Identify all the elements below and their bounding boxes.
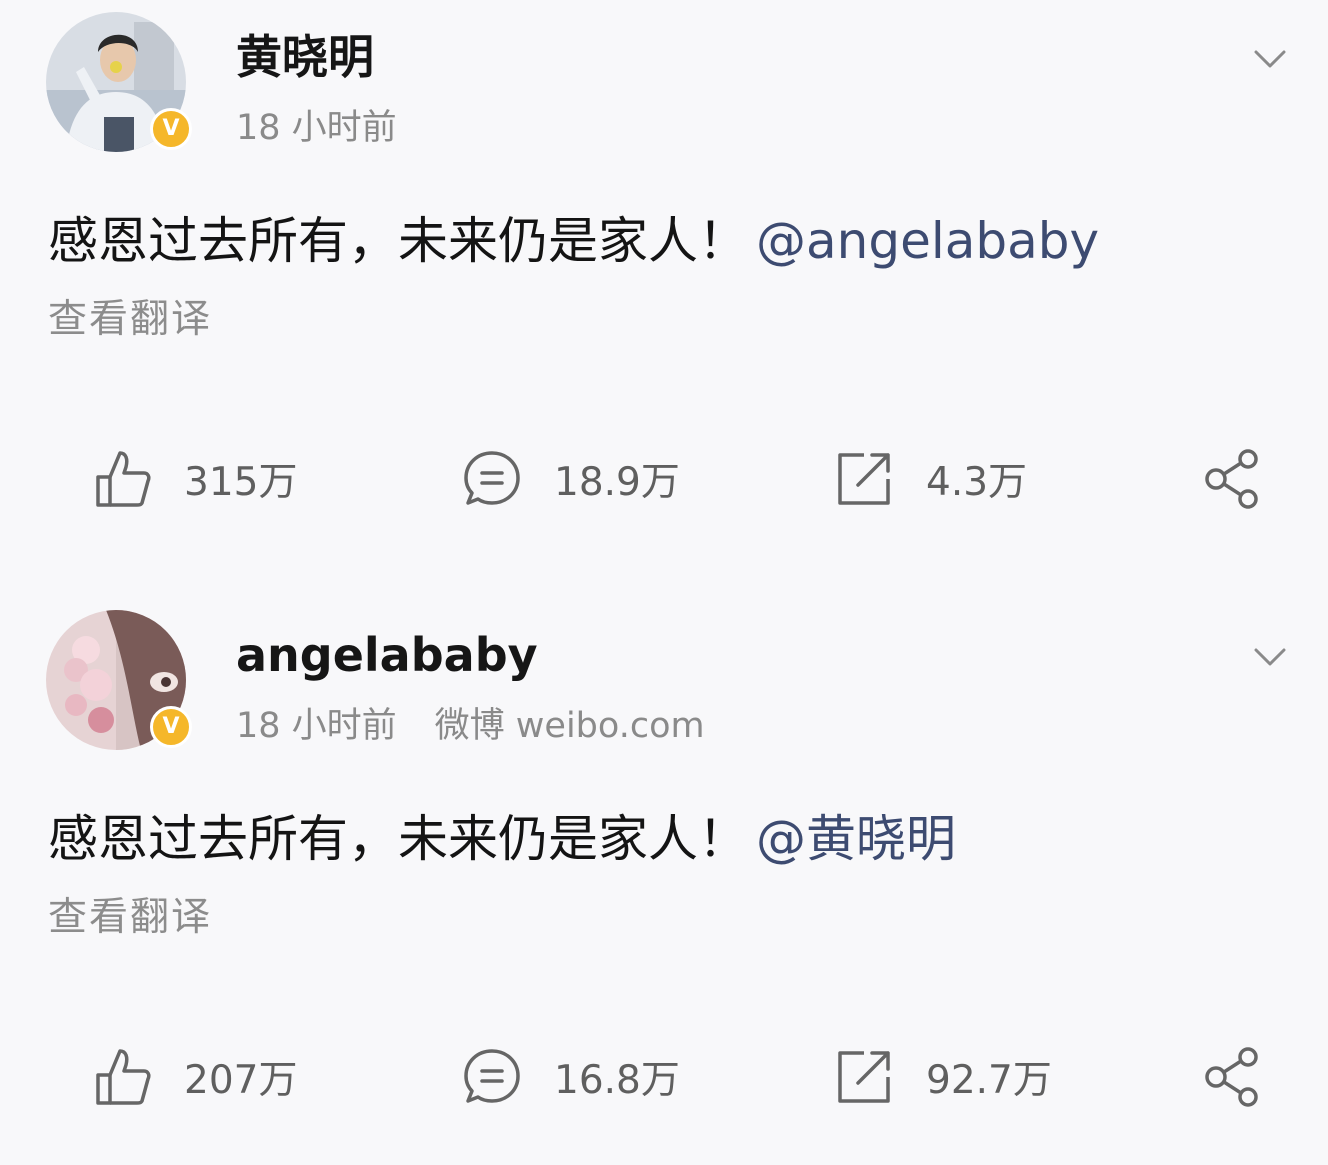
translate-link[interactable]: 查看翻译 <box>48 890 212 946</box>
username[interactable]: angelababy <box>236 620 538 690</box>
post-content: 感恩过去所有，未来仍是家人！ @黄晓明 <box>48 804 956 874</box>
chevron-down-icon[interactable] <box>1248 40 1292 80</box>
comment-icon <box>464 451 520 505</box>
like-icon <box>96 451 151 507</box>
post-time: 18 小时前 <box>236 706 397 746</box>
chevron-down-icon[interactable] <box>1248 638 1292 678</box>
share-icon <box>1205 1047 1258 1107</box>
post-source: 微博 weibo.com <box>434 706 705 746</box>
like-button[interactable]: 315万 <box>90 444 297 514</box>
post-time: 18 小时前 <box>236 108 397 148</box>
post-text: 感恩过去所有，未来仍是家人！ <box>48 810 748 868</box>
translate-link[interactable]: 查看翻译 <box>48 292 212 348</box>
post-meta: 18 小时前 微博 weibo.com <box>236 702 705 750</box>
mention-link[interactable]: @黄晓明 <box>756 810 956 868</box>
like-count: 207万 <box>184 1058 298 1103</box>
comment-count: 16.8万 <box>554 1058 680 1103</box>
mention-link[interactable]: @angelababy <box>756 212 1099 270</box>
share-icon <box>1205 449 1258 509</box>
verified-badge-icon: V <box>150 108 192 150</box>
username[interactable]: 黄晓明 <box>236 22 374 92</box>
post-text: 感恩过去所有，未来仍是家人！ <box>48 212 748 270</box>
repost-button[interactable]: 4.3万 <box>832 444 1027 514</box>
comment-button[interactable]: 16.8万 <box>460 1042 680 1112</box>
post-meta: 18 小时前 <box>236 104 397 152</box>
comment-count: 18.9万 <box>554 460 680 505</box>
like-count: 315万 <box>184 460 298 505</box>
verified-badge-icon: V <box>150 706 192 748</box>
weibo-post: V angelababy 18 小时前 微博 weibo.com 感恩过去所有，未… <box>0 598 1328 1165</box>
repost-icon <box>838 453 890 505</box>
repost-count: 4.3万 <box>926 460 1028 505</box>
comment-button[interactable]: 18.9万 <box>460 444 680 514</box>
weibo-post: V 黄晓明 18 小时前 感恩过去所有，未来仍是家人！ @angelababy 查… <box>0 0 1328 567</box>
share-button[interactable] <box>1200 1042 1264 1112</box>
repost-icon <box>838 1051 890 1103</box>
share-button[interactable] <box>1200 444 1264 514</box>
like-button[interactable]: 207万 <box>90 1042 297 1112</box>
like-icon <box>96 1049 151 1105</box>
repost-count: 92.7万 <box>926 1058 1052 1103</box>
post-content: 感恩过去所有，未来仍是家人！ @angelababy <box>48 206 1099 276</box>
comment-icon <box>464 1049 520 1103</box>
repost-button[interactable]: 92.7万 <box>832 1042 1052 1112</box>
